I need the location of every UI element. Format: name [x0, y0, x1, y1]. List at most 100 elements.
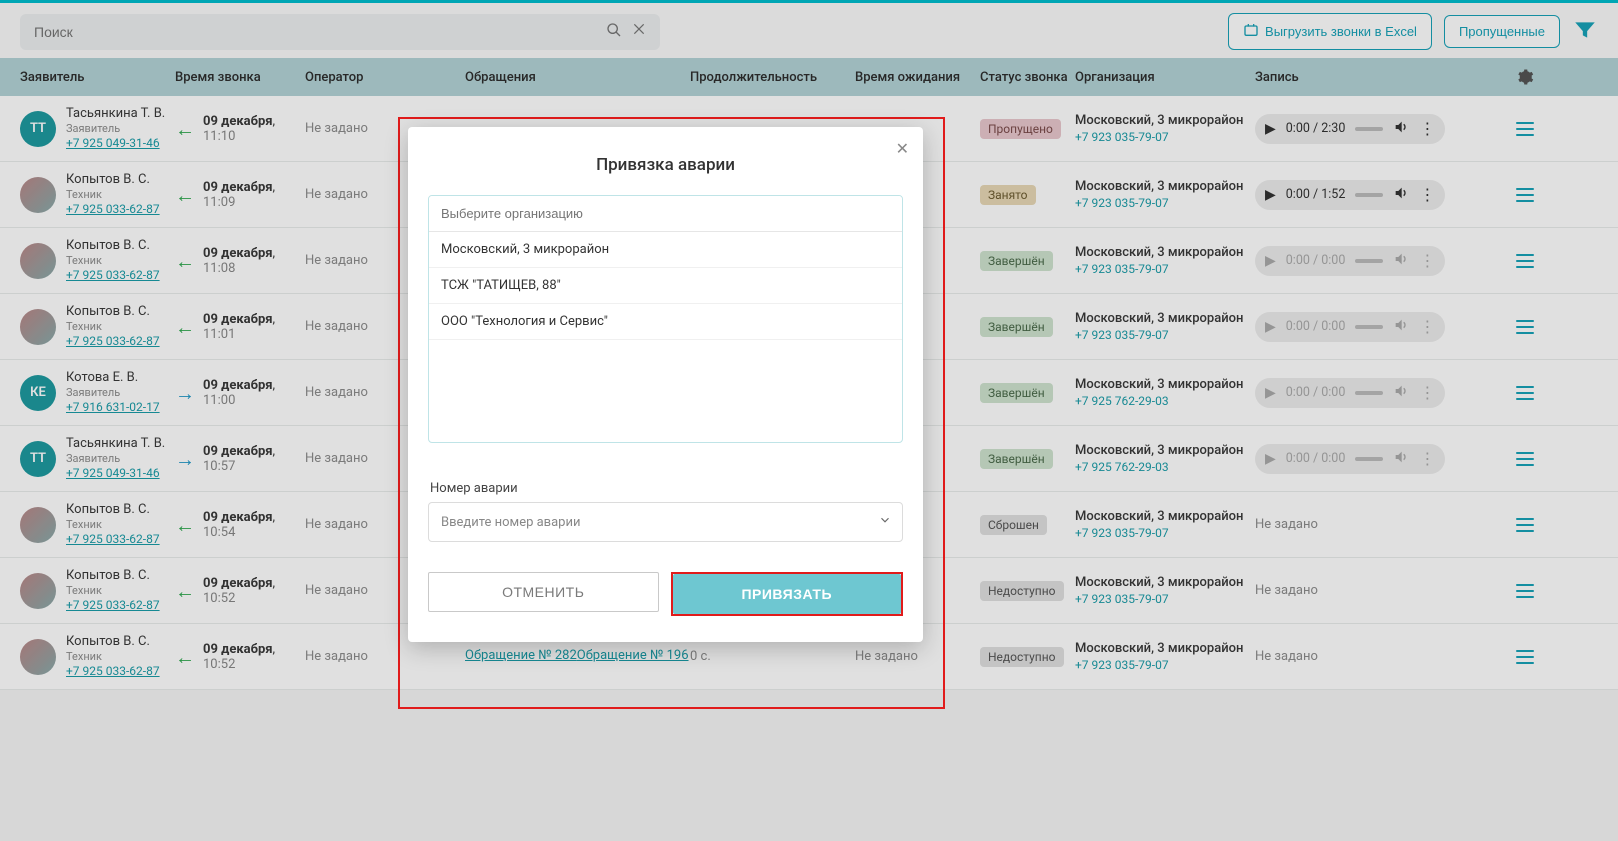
- bind-button[interactable]: ПРИВЯЗАТЬ: [673, 574, 902, 614]
- org-option[interactable]: ООО "Технология и Сервис": [429, 304, 902, 340]
- org-phone[interactable]: +7 923 035-79-07: [1075, 591, 1243, 607]
- avatar[interactable]: [20, 639, 56, 675]
- modal-close-button[interactable]: ✕: [896, 139, 909, 159]
- row-menu-icon[interactable]: [1505, 584, 1545, 598]
- audio-player[interactable]: ▶ 0:00 / 0:00 ⋮: [1255, 378, 1445, 408]
- appeal-link[interactable]: Обращение № 282: [465, 647, 577, 665]
- accident-number-select[interactable]: Введите номер аварии: [428, 502, 903, 542]
- play-icon[interactable]: ▶: [1265, 187, 1276, 203]
- col-applicant[interactable]: Заявитель: [20, 70, 175, 85]
- col-duration[interactable]: Продолжительность: [690, 70, 855, 85]
- play-icon[interactable]: ▶: [1265, 451, 1276, 467]
- org-phone[interactable]: +7 923 035-79-07: [1075, 327, 1243, 343]
- avatar[interactable]: [20, 309, 56, 345]
- excel-icon: [1243, 22, 1259, 41]
- col-record[interactable]: Запись: [1255, 70, 1505, 85]
- avatar[interactable]: [20, 507, 56, 543]
- record-cell: ▶ 0:00 / 0:00 ⋮: [1255, 378, 1505, 408]
- applicant-phone[interactable]: +7 925 033-62-87: [66, 202, 160, 217]
- avatar[interactable]: ТТ: [20, 441, 56, 477]
- org-phone[interactable]: +7 923 035-79-07: [1075, 129, 1243, 145]
- applicant-phone[interactable]: +7 925 033-62-87: [66, 334, 160, 349]
- org-option[interactable]: Московский, 3 микрорайон: [429, 232, 902, 268]
- clear-search-icon[interactable]: [632, 22, 646, 42]
- organization-dropdown[interactable]: Московский, 3 микрорайон ТСЖ "ТАТИЩЕВ, 8…: [428, 195, 903, 443]
- search-input[interactable]: [34, 24, 606, 40]
- more-icon[interactable]: ⋮: [1419, 119, 1435, 138]
- org-option[interactable]: ТСЖ "ТАТИЩЕВ, 88": [429, 268, 902, 304]
- org-phone[interactable]: +7 923 035-79-07: [1075, 657, 1243, 673]
- more-icon[interactable]: ⋮: [1419, 317, 1435, 336]
- org-name: Московский, 3 микрорайон: [1075, 112, 1243, 130]
- progress-bar[interactable]: [1355, 457, 1383, 461]
- applicant-phone[interactable]: +7 925 033-62-87: [66, 268, 160, 283]
- row-menu-icon[interactable]: [1505, 122, 1545, 136]
- row-menu-icon[interactable]: [1505, 650, 1545, 664]
- col-org[interactable]: Организация: [1075, 70, 1255, 85]
- audio-player[interactable]: ▶ 0:00 / 0:00 ⋮: [1255, 246, 1445, 276]
- audio-player[interactable]: ▶ 0:00 / 0:00 ⋮: [1255, 444, 1445, 474]
- more-icon[interactable]: ⋮: [1419, 251, 1435, 270]
- avatar[interactable]: [20, 177, 56, 213]
- more-icon[interactable]: ⋮: [1419, 383, 1435, 402]
- volume-icon[interactable]: [1393, 251, 1409, 271]
- applicant-phone[interactable]: +7 925 049-31-46: [66, 136, 165, 151]
- more-icon[interactable]: ⋮: [1419, 449, 1435, 468]
- col-time[interactable]: Время звонка: [175, 70, 305, 85]
- row-menu-icon[interactable]: [1505, 518, 1545, 532]
- col-appeals[interactable]: Обращения: [465, 70, 690, 85]
- avatar[interactable]: ТТ: [20, 111, 56, 147]
- col-status[interactable]: Статус звонка: [980, 70, 1075, 85]
- org-phone[interactable]: +7 925 762-29-03: [1075, 459, 1243, 475]
- avatar[interactable]: [20, 243, 56, 279]
- play-icon[interactable]: ▶: [1265, 319, 1276, 335]
- row-menu-icon[interactable]: [1505, 320, 1545, 334]
- row-menu-icon[interactable]: [1505, 254, 1545, 268]
- volume-icon[interactable]: [1393, 449, 1409, 469]
- topbar: Выгрузить звонки в Excel Пропущенные: [0, 3, 1618, 58]
- progress-bar[interactable]: [1355, 193, 1383, 197]
- row-menu-icon[interactable]: [1505, 452, 1545, 466]
- org-phone[interactable]: +7 923 035-79-07: [1075, 525, 1243, 541]
- col-operator[interactable]: Оператор: [305, 70, 465, 85]
- audio-player[interactable]: ▶ 0:00 / 2:30 ⋮: [1255, 114, 1445, 144]
- search-field[interactable]: [20, 14, 660, 50]
- org-phone[interactable]: +7 923 035-79-07: [1075, 195, 1243, 211]
- org-phone[interactable]: +7 925 762-29-03: [1075, 393, 1243, 409]
- applicant-name: Копытов В. С.: [66, 304, 160, 320]
- play-icon[interactable]: ▶: [1265, 253, 1276, 269]
- audio-player[interactable]: ▶ 0:00 / 0:00 ⋮: [1255, 312, 1445, 342]
- applicant-phone[interactable]: +7 925 033-62-87: [66, 664, 160, 679]
- play-icon[interactable]: ▶: [1265, 385, 1276, 401]
- play-icon[interactable]: ▶: [1265, 121, 1276, 137]
- more-icon[interactable]: ⋮: [1419, 185, 1435, 204]
- table-settings-icon[interactable]: [1505, 68, 1545, 86]
- volume-icon[interactable]: [1393, 119, 1409, 139]
- volume-icon[interactable]: [1393, 185, 1409, 205]
- avatar[interactable]: [20, 573, 56, 609]
- org-phone[interactable]: +7 923 035-79-07: [1075, 261, 1243, 277]
- applicant-phone[interactable]: +7 916 631-02-17: [66, 400, 160, 415]
- organization-input[interactable]: [429, 196, 902, 232]
- search-icon[interactable]: [606, 22, 622, 42]
- volume-icon[interactable]: [1393, 383, 1409, 403]
- progress-bar[interactable]: [1355, 325, 1383, 329]
- appeal-link[interactable]: Обращение № 196: [577, 647, 689, 665]
- applicant-phone[interactable]: +7 925 033-62-87: [66, 598, 160, 613]
- missed-calls-button[interactable]: Пропущенные: [1444, 15, 1560, 48]
- progress-bar[interactable]: [1355, 127, 1383, 131]
- row-menu-icon[interactable]: [1505, 386, 1545, 400]
- record-not-set: Не задано: [1255, 649, 1318, 664]
- progress-bar[interactable]: [1355, 259, 1383, 263]
- export-excel-button[interactable]: Выгрузить звонки в Excel: [1228, 13, 1432, 50]
- cancel-button[interactable]: ОТМЕНИТЬ: [428, 572, 659, 612]
- progress-bar[interactable]: [1355, 391, 1383, 395]
- row-menu-icon[interactable]: [1505, 188, 1545, 202]
- col-wait[interactable]: Время ожидания: [855, 70, 980, 85]
- avatar[interactable]: КЕ: [20, 375, 56, 411]
- applicant-phone[interactable]: +7 925 033-62-87: [66, 532, 160, 547]
- filter-icon[interactable]: [1572, 17, 1598, 47]
- volume-icon[interactable]: [1393, 317, 1409, 337]
- applicant-phone[interactable]: +7 925 049-31-46: [66, 466, 165, 481]
- audio-player[interactable]: ▶ 0:00 / 1:52 ⋮: [1255, 180, 1445, 210]
